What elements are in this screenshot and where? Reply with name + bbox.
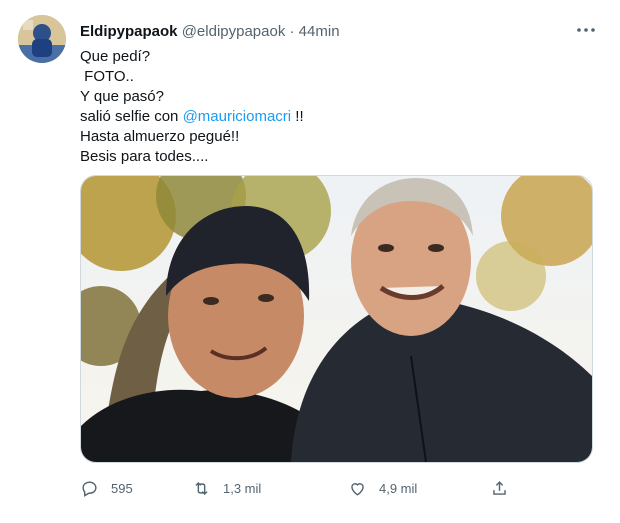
author-name[interactable]: Eldipypapaok [80,23,178,40]
tweet-line: Hasta almuerzo pegué!! [80,128,240,145]
tweet-line: Besis para todes.... [80,148,209,165]
share-button[interactable] [490,477,521,499]
tweet-photo[interactable] [80,175,593,463]
retweet-button[interactable]: 1,3 mil [192,477,261,499]
tweet-line: Y que pasó? [80,88,164,105]
reply-button[interactable]: 595 [80,477,133,499]
tweet-line: Que pedí? [80,48,151,65]
share-icon [493,480,506,495]
tweet-time[interactable]: · 44min [290,23,340,40]
like-button[interactable]: 4,9 mil [348,477,417,499]
more-options-button[interactable] [574,18,598,42]
tweet: Eldipypapaok @eldipypapaok · 44min Que p… [0,0,620,523]
tweet-line-text: salió selfie con [80,108,183,125]
avatar[interactable] [18,15,66,63]
tweet-actions: 595 1,3 mil 4,9 mil [80,477,540,499]
author-handle[interactable]: @eldipypapaok [182,23,286,40]
retweet-count: 1,3 mil [223,480,262,496]
tweet-line: FOTO.. [80,68,134,85]
tweet-line: salió selfie con @mauriciomacri !! [80,107,304,127]
heart-icon [351,482,364,496]
like-count: 4,9 mil [379,480,418,496]
tweet-header: Eldipypapaok @eldipypapaok · 44min [80,22,340,42]
tweet-text: Que pedí? FOTO.. Y que pasó? salió selfi… [80,47,304,167]
mention-suffix: !! [291,108,304,125]
more-horizontal-icon [577,28,595,32]
mention-link[interactable]: @mauriciomacri [183,108,292,125]
reply-icon [82,480,97,497]
retweet-icon [195,481,208,495]
reply-count: 595 [111,480,133,496]
